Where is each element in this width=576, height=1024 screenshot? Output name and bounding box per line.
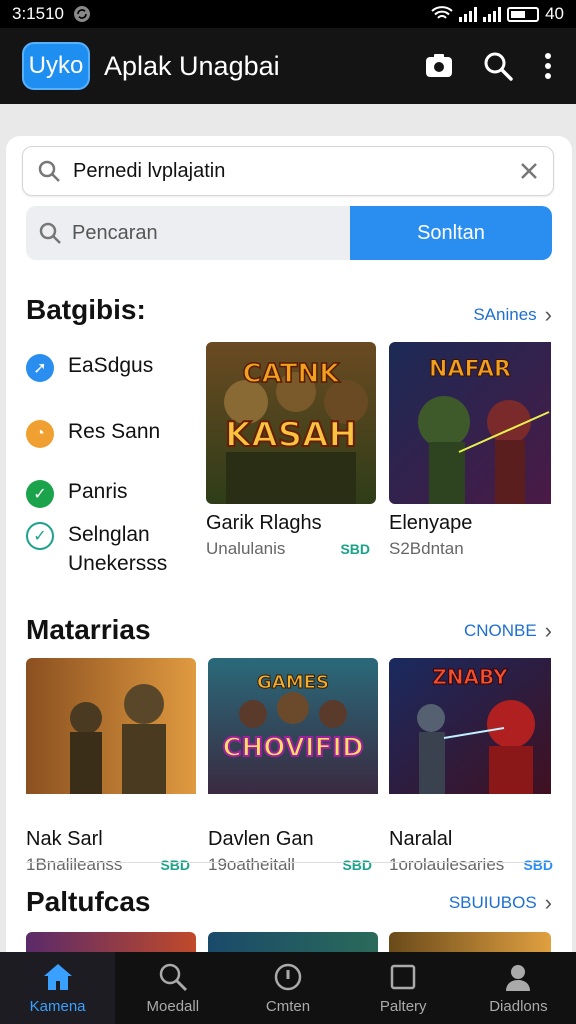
game-meta: S2Bdntan bbox=[389, 539, 464, 558]
filter-item[interactable]: ✓ Selnglan Unekersss bbox=[26, 520, 168, 578]
app-title: Aplak Unagbai bbox=[104, 50, 280, 81]
search-icon bbox=[39, 222, 61, 244]
svg-text:ZNABY: ZNABY bbox=[432, 665, 508, 689]
info-icon bbox=[274, 963, 302, 990]
nav-item-info[interactable]: Cmten bbox=[230, 952, 345, 1024]
main-card: Pernedi lvplajatin Pencaran Sonltan Batg… bbox=[6, 136, 572, 966]
filter-item[interactable]: ✓ Panris bbox=[26, 480, 128, 508]
game-tile[interactable]: CATNK KASAH Garik Rlaghs Unalulanis SBD bbox=[206, 342, 376, 559]
chevron-right-icon: › bbox=[544, 302, 552, 327]
person-icon bbox=[506, 964, 531, 991]
filter-label: Panris bbox=[68, 480, 128, 503]
see-all-label: SAnines bbox=[473, 305, 537, 324]
more-vert-icon[interactable] bbox=[542, 51, 554, 81]
nav-label: Cmten bbox=[265, 997, 311, 1015]
sync-icon bbox=[74, 6, 90, 22]
search-button[interactable]: Sonltan bbox=[350, 206, 552, 260]
svg-text:GAMES: GAMES bbox=[257, 672, 329, 693]
section-title: Paltufcas bbox=[26, 886, 151, 917]
nav-item-home[interactable]: Kamena bbox=[0, 952, 116, 1024]
camera-icon[interactable] bbox=[424, 51, 454, 81]
game-name: Naralal bbox=[389, 828, 453, 850]
check-outline-icon: ✓ bbox=[26, 522, 54, 550]
game-tile[interactable]: NAFAR Elenyape S2Bdntan bbox=[389, 342, 559, 559]
wifi-icon bbox=[431, 6, 453, 19]
game-name: Garik Rlaghs bbox=[206, 512, 322, 534]
game-name: Elenyape bbox=[389, 512, 473, 534]
see-all-label: SBUIUBOS bbox=[448, 893, 537, 912]
search-bar[interactable]: Pernedi lvplajatin bbox=[22, 146, 554, 196]
game-badge: SBD bbox=[160, 857, 190, 873]
game-badge: SBD bbox=[340, 541, 370, 557]
clock-icon: ◔ bbox=[26, 420, 54, 448]
section-see-all-link[interactable]: SAnines › bbox=[473, 302, 552, 328]
square-icon bbox=[390, 964, 416, 989]
svg-text:CATNK: CATNK bbox=[243, 359, 341, 389]
filter-item[interactable]: ➚ EaSdgus bbox=[26, 354, 153, 382]
svg-text:CHOVIFID: CHOVIFID bbox=[222, 733, 363, 763]
game-meta: 1orolaulesaries bbox=[389, 855, 505, 874]
search-icon[interactable] bbox=[482, 50, 514, 82]
svg-text:NAFAR: NAFAR bbox=[429, 357, 511, 382]
signal-icon bbox=[459, 6, 478, 22]
battery-icon bbox=[507, 6, 540, 22]
filter-item[interactable]: ◔ Res Sann bbox=[26, 420, 160, 448]
game-tile[interactable]: Nak Sarl 1Bnalileanss SBD bbox=[26, 658, 196, 875]
app-logo[interactable]: Uyko bbox=[22, 42, 90, 90]
check-icon: ✓ bbox=[26, 480, 54, 508]
game-thumbnail: NAFAR bbox=[389, 342, 559, 504]
see-all-label: CNONBE bbox=[463, 621, 537, 640]
signal-icon-2 bbox=[483, 6, 502, 22]
filter-label: Selnglan Unekersss bbox=[68, 523, 168, 575]
game-thumbnail: GAMES CHOVIFID bbox=[208, 658, 378, 820]
search-placeholder: Pencaran bbox=[72, 221, 158, 244]
section-title: Batgibis: bbox=[26, 294, 146, 325]
nav-label: Diadlons bbox=[489, 997, 548, 1015]
nav-item-search[interactable]: Moedall bbox=[115, 952, 230, 1024]
game-badge: SBD bbox=[523, 857, 553, 873]
nav-label: Paltery bbox=[379, 997, 427, 1015]
game-meta: 19oatheitall bbox=[208, 855, 295, 874]
search-input[interactable]: Pencaran bbox=[26, 206, 350, 260]
chevron-right-icon: › bbox=[544, 618, 552, 643]
chevron-right-icon: › bbox=[544, 890, 552, 915]
filter-label: Res Sann bbox=[68, 420, 161, 443]
nav-label: Kamena bbox=[29, 997, 86, 1015]
battery-level: 40 bbox=[545, 4, 564, 23]
send-icon: ➚ bbox=[26, 354, 54, 382]
game-meta: Unalulanis bbox=[206, 539, 286, 558]
divider bbox=[26, 862, 552, 863]
game-meta: 1Bnalileanss bbox=[26, 855, 123, 874]
game-name: Davlen Gan bbox=[208, 828, 314, 850]
svg-text:KASAH: KASAH bbox=[225, 415, 357, 455]
game-thumbnail bbox=[26, 658, 196, 820]
game-tile[interactable]: GAMES CHOVIFID Davlen Gan 19oatheitall SB… bbox=[208, 658, 378, 875]
game-tile[interactable]: ZNABY Naralal 1orolaulesaries SBD bbox=[389, 658, 559, 875]
section-see-all-link[interactable]: CNONBE › bbox=[464, 618, 552, 644]
filter-label: EaSdgus bbox=[68, 354, 154, 377]
search-query: Pernedi lvplajatin bbox=[73, 159, 226, 182]
home-icon bbox=[43, 963, 72, 990]
status-time: 3:1510 bbox=[12, 4, 64, 23]
nav-item-profile[interactable]: Diadlons bbox=[461, 952, 576, 1024]
bottom-nav: Kamena Moedall Cmten Paltery Diadlons bbox=[0, 952, 576, 1024]
game-badge: SBD bbox=[342, 857, 372, 873]
search-icon bbox=[159, 963, 187, 991]
search-row: Pencaran Sonltan bbox=[26, 206, 552, 260]
nav-label: Moedall bbox=[146, 997, 200, 1015]
search-icon bbox=[38, 160, 60, 182]
status-bar: 3:1510 40 bbox=[0, 0, 576, 28]
section-title: Matarrias bbox=[26, 614, 151, 645]
close-icon[interactable] bbox=[519, 161, 539, 181]
game-name: Nak Sarl bbox=[26, 828, 103, 850]
game-thumbnail: ZNABY bbox=[389, 658, 559, 820]
app-bar: Uyko Aplak Unagbai bbox=[0, 28, 576, 104]
game-thumbnail: CATNK KASAH bbox=[206, 342, 376, 504]
section-see-all-link[interactable]: SBUIUBOS › bbox=[449, 890, 552, 916]
nav-item-library[interactable]: Paltery bbox=[346, 952, 461, 1024]
